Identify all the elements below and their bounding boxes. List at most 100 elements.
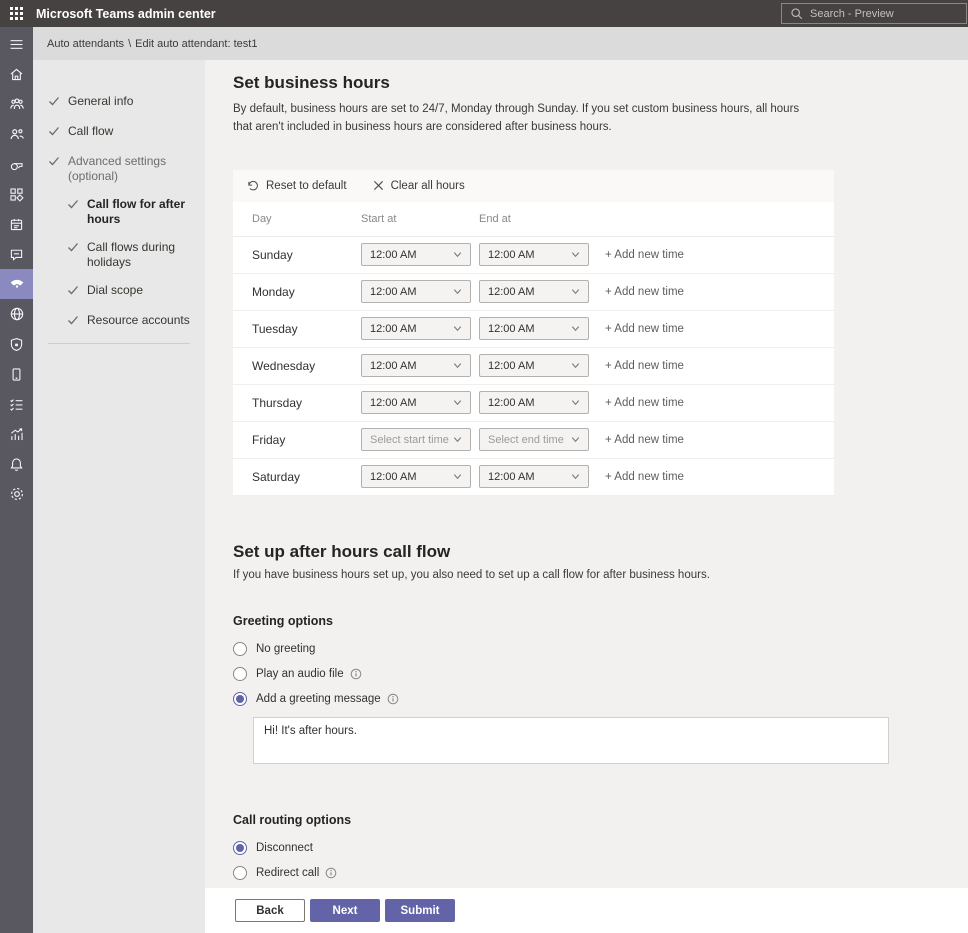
add-new-time-link[interactable]: + Add new time	[605, 434, 684, 446]
end-time-select[interactable]: 12:00 AM	[479, 391, 589, 414]
page-title: Set business hours	[233, 73, 968, 93]
wizard-step[interactable]: Resource accounts	[67, 313, 205, 330]
page-description: By default, business hours are set to 24…	[233, 101, 807, 137]
add-new-time-link[interactable]: + Add new time	[605, 471, 684, 483]
radio-option[interactable]: No greeting	[233, 637, 968, 662]
add-new-time-link[interactable]: + Add new time	[605, 360, 684, 372]
rail-item[interactable]	[0, 359, 33, 389]
next-button[interactable]: Next	[310, 899, 380, 922]
check-icon	[67, 198, 79, 214]
voice-icon	[8, 275, 26, 293]
add-new-time-link[interactable]: + Add new time	[605, 286, 684, 298]
column-header-start: Start at	[361, 213, 479, 225]
breadcrumb-link[interactable]: Auto attendants	[47, 38, 124, 50]
chevron-down-icon	[452, 286, 463, 297]
chevron-down-icon	[452, 434, 463, 445]
rail-item[interactable]	[0, 179, 33, 209]
start-time-select[interactable]: 12:00 AM	[361, 317, 471, 340]
chevron-down-icon	[570, 323, 581, 334]
rail-item[interactable]	[0, 59, 33, 89]
start-time-select[interactable]: Select start time	[361, 428, 471, 451]
start-time-select[interactable]: 12:00 AM	[361, 354, 471, 377]
info-icon	[387, 693, 399, 705]
radio-option[interactable]: Add a greeting message	[233, 687, 968, 712]
table-row: Friday Select start time Select	[233, 422, 834, 459]
chevron-down-icon	[570, 249, 581, 260]
clear-all-hours-button[interactable]: Clear all hours	[373, 180, 465, 192]
greeting-message-textarea[interactable]: Hi! It's after hours.	[253, 717, 889, 764]
day-label: Sunday	[233, 248, 361, 262]
analytics-icon	[8, 426, 25, 443]
radio-option[interactable]: Redirect call	[233, 861, 968, 886]
main-content: Set business hours By default, business …	[205, 60, 968, 933]
check-icon	[67, 284, 79, 300]
wizard-step[interactable]: Dial scope	[67, 283, 205, 300]
start-time-select[interactable]: 12:00 AM	[361, 465, 471, 488]
search-placeholder: Search - Preview	[810, 8, 894, 20]
rail-item[interactable]	[0, 239, 33, 269]
chevron-down-icon	[570, 434, 581, 445]
wizard-nav: General info Call flow	[33, 60, 205, 933]
check-icon	[48, 95, 60, 111]
reset-to-default-button[interactable]: Reset to default	[246, 179, 347, 192]
wizard-step[interactable]: General info	[48, 94, 205, 111]
teams-devices-icon	[8, 156, 25, 173]
rail-item[interactable]	[0, 449, 33, 479]
radio-circle	[233, 642, 247, 656]
add-new-time-link[interactable]: + Add new time	[605, 323, 684, 335]
rail-item[interactable]	[0, 29, 33, 59]
submit-button[interactable]: Submit	[385, 899, 455, 922]
back-button[interactable]: Back	[235, 899, 305, 922]
directory-icon	[8, 366, 25, 383]
wizard-step[interactable]: Call flow	[48, 124, 205, 141]
end-time-select[interactable]: 12:00 AM	[479, 354, 589, 377]
day-label: Monday	[233, 285, 361, 299]
check-icon	[48, 155, 60, 171]
end-time-select[interactable]: 12:00 AM	[479, 465, 589, 488]
rail-item[interactable]	[0, 119, 33, 149]
radio-circle	[233, 866, 247, 880]
chevron-down-icon	[570, 360, 581, 371]
rail-item[interactable]	[0, 329, 33, 359]
chevron-down-icon	[452, 471, 463, 482]
rail-item[interactable]	[0, 479, 33, 509]
undo-icon	[246, 179, 259, 192]
chevron-down-icon	[570, 471, 581, 482]
table-row: Thursday 12:00 AM 12:00 AM	[233, 385, 834, 422]
start-time-select[interactable]: 12:00 AM	[361, 280, 471, 303]
check-icon	[67, 241, 79, 257]
end-time-select[interactable]: Select end time	[479, 428, 589, 451]
rail-item[interactable]	[0, 389, 33, 419]
business-hours-card: Reset to default Clear all hours Day	[233, 170, 834, 496]
waffle-icon[interactable]	[0, 7, 33, 20]
rail-item[interactable]	[0, 149, 33, 179]
radio-option[interactable]: Play an audio file	[233, 662, 968, 687]
wizard-step[interactable]: Call flows during holidays	[67, 240, 205, 270]
start-time-select[interactable]: 12:00 AM	[361, 391, 471, 414]
rail-item[interactable]	[0, 419, 33, 449]
search-input[interactable]: Search - Preview	[781, 3, 967, 24]
add-new-time-link[interactable]: + Add new time	[605, 397, 684, 409]
users-icon	[8, 125, 26, 143]
rail-item[interactable]	[0, 209, 33, 239]
wizard-step[interactable]: Call flow for after hours	[67, 197, 205, 227]
column-header-day: Day	[233, 213, 361, 225]
app-title: Microsoft Teams admin center	[36, 7, 216, 21]
chevron-down-icon	[452, 323, 463, 334]
call-routing-options-title: Call routing options	[233, 813, 968, 827]
wizard-step[interactable]: Advanced settings (optional)	[48, 154, 205, 184]
breadcrumb: Auto attendants \ Edit auto attendant: t…	[33, 27, 968, 60]
add-new-time-link[interactable]: + Add new time	[605, 249, 684, 261]
end-time-select[interactable]: 12:00 AM	[479, 243, 589, 266]
notifications-icon	[8, 456, 25, 473]
start-time-select[interactable]: 12:00 AM	[361, 243, 471, 266]
hours-toolbar: Reset to default Clear all hours	[233, 170, 834, 202]
rail-item[interactable]	[0, 299, 33, 329]
radio-option[interactable]: Disconnect	[233, 836, 968, 861]
end-time-select[interactable]: 12:00 AM	[479, 317, 589, 340]
rail-item[interactable]	[0, 89, 33, 119]
settings-icon	[8, 485, 26, 503]
rail-item[interactable]	[0, 269, 33, 299]
after-hours-description: If you have business hours set up, you a…	[233, 569, 968, 581]
end-time-select[interactable]: 12:00 AM	[479, 280, 589, 303]
